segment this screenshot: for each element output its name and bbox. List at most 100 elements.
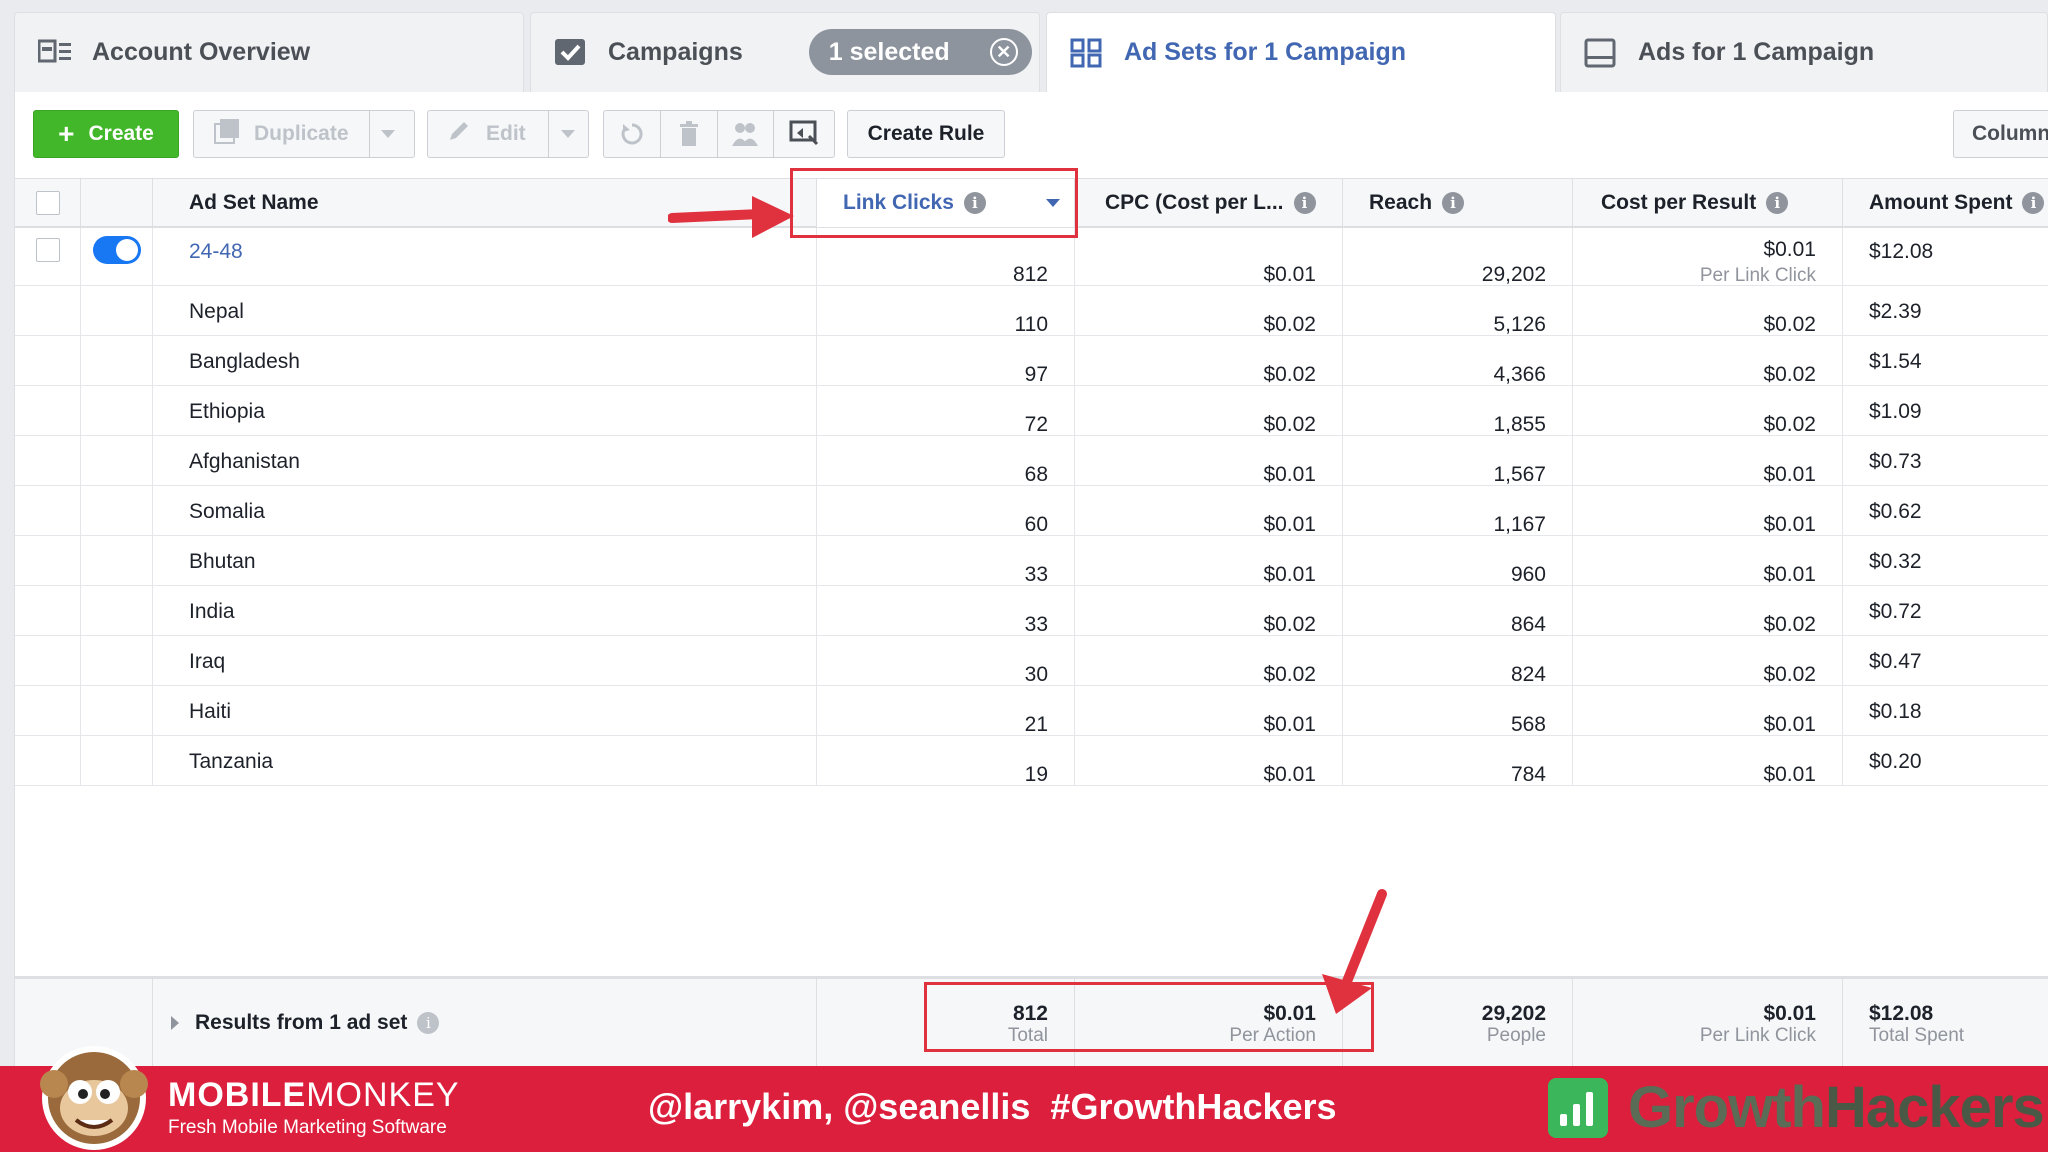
reach-value: 1,855	[1493, 413, 1546, 436]
header-cpc[interactable]: CPC (Cost per L... i	[1075, 179, 1343, 227]
row-checkbox[interactable]	[35, 238, 60, 262]
table-row[interactable]: Bangladesh 97 $0.02 4,366 $0.02 $1.54	[15, 336, 2048, 386]
ad-set-status-toggle[interactable]	[92, 236, 141, 264]
pencil-icon	[448, 120, 470, 148]
ad-sets-grid-icon	[1070, 38, 1104, 68]
footer-amount-spent: $12.08 Total Spent	[1843, 979, 2048, 1067]
cpc-cell: $0.01	[1075, 736, 1343, 785]
gh-hackers-text: Hackers	[1824, 1075, 2045, 1140]
promo-banner: MOBILEMONKEY Fresh Mobile Marketing Soft…	[0, 1046, 2048, 1152]
ad-preview-icon[interactable]	[774, 120, 834, 148]
header-ad-set-name-label: Ad Set Name	[189, 191, 319, 214]
ad-set-name: Somalia	[189, 500, 265, 523]
selected-count-pill[interactable]: 1 selected ✕	[808, 29, 1032, 75]
growthhackers-logo-icon	[1548, 1078, 1608, 1138]
cpc-cell: $0.02	[1075, 636, 1343, 685]
amount-spent-value: $0.72	[1869, 600, 1922, 623]
expand-caret-icon[interactable]	[171, 1016, 179, 1030]
ad-sets-table: Ad Set Name Link Clicks i CPC (Cost per …	[14, 178, 2048, 1067]
header-amount-spent[interactable]: Amount Spent i	[1843, 179, 2048, 227]
reach-value: 784	[1510, 763, 1546, 786]
cpc-cell: $0.01	[1075, 536, 1343, 585]
results-info-icon[interactable]: i	[417, 1012, 440, 1034]
cpc-info-icon[interactable]: i	[1293, 192, 1316, 214]
header-cost-per-result[interactable]: Cost per Result i	[1573, 179, 1843, 227]
footer-label-cell[interactable]: Results from 1 ad set i	[153, 979, 817, 1067]
amount-spent-cell: $1.54	[1843, 336, 2048, 385]
clear-selection-icon[interactable]: ✕	[989, 38, 1018, 66]
ad-set-name-link[interactable]: 24-48	[189, 241, 243, 285]
link-clicks-cell: 33	[817, 536, 1075, 585]
reach-info-icon[interactable]: i	[1442, 192, 1465, 214]
header-toggle-cell	[81, 179, 153, 227]
amount-spent-info-icon[interactable]: i	[2022, 192, 2045, 214]
reach-cell: 568	[1343, 686, 1573, 735]
table-row[interactable]: Bhutan 33 $0.01 960 $0.01 $0.32	[15, 536, 2048, 586]
select-all-checkbox[interactable]	[35, 191, 60, 215]
header-reach[interactable]: Reach i	[1343, 179, 1573, 227]
table-row[interactable]: Iraq 30 $0.02 824 $0.02 $0.47	[15, 636, 2048, 686]
table-row[interactable]: Ethiopia 72 $0.02 1,855 $0.02 $1.09	[15, 386, 2048, 436]
amount-spent-cell: $0.18	[1843, 686, 2048, 735]
header-cost-per-result-label: Cost per Result	[1601, 191, 1757, 214]
link-clicks-cell: 33	[817, 586, 1075, 635]
ad-set-name-cell: Bhutan	[153, 536, 817, 585]
link-clicks-value: 72	[1024, 413, 1048, 436]
reach-cell: 1,855	[1343, 386, 1573, 435]
table-row[interactable]: Afghanistan 68 $0.01 1,567 $0.01 $0.73	[15, 436, 2048, 486]
results-label: Results from 1 ad set	[195, 1011, 408, 1034]
reach-cell: 864	[1343, 586, 1573, 635]
reach-cell: 824	[1343, 636, 1573, 685]
table-row[interactable]: Tanzania 19 $0.01 784 $0.01 $0.20	[15, 736, 2048, 786]
cost-per-result-cell: $0.01	[1573, 736, 1843, 785]
account-overview-icon	[37, 38, 72, 66]
link-clicks-value: 19	[1024, 763, 1048, 786]
amount-spent-cell: $0.72	[1843, 586, 2048, 635]
cpc-cell: $0.01	[1075, 436, 1343, 485]
tab-ad-sets[interactable]: Ad Sets for 1 Campaign	[1046, 12, 1556, 92]
edit-dropdown-chevron-icon[interactable]	[560, 130, 575, 138]
revert-icon[interactable]	[604, 121, 660, 147]
duplicate-dropdown-chevron-icon[interactable]	[380, 130, 395, 138]
table-row[interactable]: Nepal 110 $0.02 5,126 $0.02 $2.39	[15, 286, 2048, 336]
row-checkbox-cell	[15, 436, 81, 485]
duplicate-icon	[214, 118, 240, 150]
ad-set-name-cell: Tanzania	[153, 736, 817, 785]
columns-button[interactable]: Column	[1953, 110, 2048, 158]
tab-account-overview[interactable]: Account Overview	[14, 12, 524, 92]
cpc-value: $0.02	[1263, 363, 1316, 386]
cpc-cell: $0.01	[1075, 228, 1343, 285]
tab-campaigns[interactable]: Campaigns 1 selected ✕	[530, 12, 1040, 92]
cost-per-result-info-icon[interactable]: i	[1766, 192, 1789, 214]
reach-cell: 5,126	[1343, 286, 1573, 335]
audience-people-icon[interactable]	[718, 121, 774, 147]
cost-per-result-sub: Per Link Click	[1699, 265, 1816, 286]
cpc-value: $0.01	[1263, 763, 1316, 786]
row-toggle-cell	[81, 336, 153, 385]
reach-value: 1,567	[1493, 463, 1546, 486]
tab-ads[interactable]: Ads for 1 Campaign	[1560, 12, 2048, 92]
table-row[interactable]: Haiti 21 $0.01 568 $0.01 $0.18	[15, 686, 2048, 736]
duplicate-button[interactable]: Duplicate	[193, 110, 415, 158]
reach-value: 1,167	[1493, 513, 1546, 536]
delete-trash-icon[interactable]	[661, 121, 717, 147]
row-checkbox-cell	[15, 686, 81, 735]
table-row[interactable]: Somalia 60 $0.01 1,167 $0.01 $0.62	[15, 486, 2048, 536]
row-checkbox-cell	[15, 486, 81, 535]
cpc-value: $0.01	[1263, 713, 1316, 736]
edit-button[interactable]: Edit	[427, 110, 589, 158]
create-rule-button[interactable]: Create Rule	[847, 110, 1005, 158]
cost-per-result-cell: $0.02	[1573, 386, 1843, 435]
ads-icon	[1584, 38, 1618, 68]
mobilemonkey-brand: MOBILEMONKEY Fresh Mobile Marketing Soft…	[168, 1076, 460, 1139]
cost-per-result-cell: $0.02	[1573, 286, 1843, 335]
cpc-cell: $0.02	[1075, 586, 1343, 635]
reach-cell: 4,366	[1343, 336, 1573, 385]
table-row[interactable]: India 33 $0.02 864 $0.02 $0.72	[15, 586, 2048, 636]
create-button[interactable]: + Create	[33, 110, 179, 158]
link-clicks-value: 33	[1024, 563, 1048, 586]
brand-light-text: MONKEY	[306, 1076, 460, 1114]
row-checkbox-cell	[15, 536, 81, 585]
cost-per-result-value: $0.01	[1763, 713, 1816, 736]
amount-spent-value: $0.73	[1869, 450, 1922, 473]
